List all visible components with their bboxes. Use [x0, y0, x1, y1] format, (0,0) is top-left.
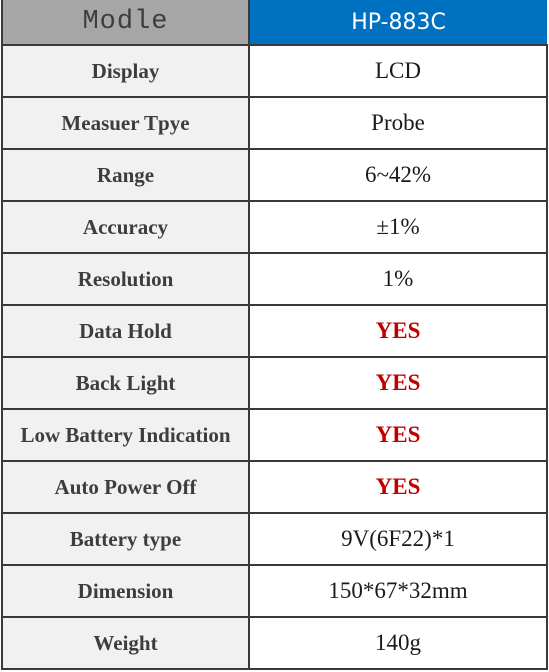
spec-value-back-light: YES	[248, 356, 548, 410]
spec-label-measure-type: Measuer Tpye	[1, 96, 250, 150]
spec-table: Modle HP-883C Display LCD Measuer Tpye Pro…	[1, 0, 548, 670]
spec-row: Data Hold YES	[1, 304, 548, 358]
spec-row: Accuracy ±1%	[1, 200, 548, 254]
spec-row: Measuer Tpye Probe	[1, 96, 548, 150]
spec-row: Dimension 150*67*32mm	[1, 564, 548, 618]
spec-label-display: Display	[1, 44, 250, 98]
spec-value-weight: 140g	[248, 616, 548, 670]
spec-label-accuracy: Accuracy	[1, 200, 250, 254]
spec-value-display: LCD	[248, 44, 548, 98]
spec-row: Back Light YES	[1, 356, 548, 410]
model-label: Modle	[1, 0, 250, 46]
spec-row: Weight 140g	[1, 616, 548, 670]
spec-label-battery-type: Battery type	[1, 512, 250, 566]
spec-label-low-battery: Low Battery Indication	[1, 408, 250, 462]
header-row: Modle HP-883C	[1, 0, 547, 46]
spec-value-data-hold: YES	[248, 304, 548, 358]
spec-row: Low Battery Indication YES	[1, 408, 548, 462]
spec-label-range: Range	[1, 148, 250, 202]
spec-value-low-battery: YES	[248, 408, 548, 462]
spec-value-range: 6~42%	[248, 148, 548, 202]
spec-value-auto-power-off: YES	[248, 460, 548, 514]
spec-value-dimension: 150*67*32mm	[248, 564, 548, 618]
spec-value-battery-type: 9V(6F22)*1	[248, 512, 548, 566]
spec-label-data-hold: Data Hold	[1, 304, 250, 358]
spec-label-back-light: Back Light	[1, 356, 250, 410]
spec-label-resolution: Resolution	[1, 252, 250, 306]
spec-row: Resolution 1%	[1, 252, 548, 306]
spec-value-measure-type: Probe	[248, 96, 548, 150]
spec-value-resolution: 1%	[248, 252, 548, 306]
spec-row: Display LCD	[1, 44, 548, 98]
spec-row: Auto Power Off YES	[1, 460, 548, 514]
spec-row: Battery type 9V(6F22)*1	[1, 512, 548, 566]
spec-row: Range 6~42%	[1, 148, 548, 202]
spec-label-weight: Weight	[1, 616, 250, 670]
model-value: HP-883C	[248, 0, 547, 46]
spec-value-accuracy: ±1%	[248, 200, 548, 254]
spec-label-dimension: Dimension	[1, 564, 250, 618]
spec-label-auto-power-off: Auto Power Off	[1, 460, 250, 514]
